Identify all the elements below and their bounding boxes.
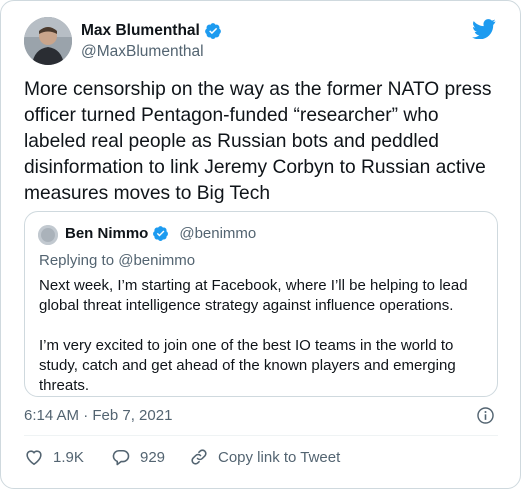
replying-to-prefix: Replying to (39, 252, 115, 269)
quoted-paragraph: I’m very excited to join one of the best… (39, 337, 456, 394)
author-handle[interactable]: @MaxBlumenthal (81, 43, 204, 61)
quoted-author-handle[interactable]: @benimmo (179, 225, 256, 242)
copy-link-label: Copy link to Tweet (218, 448, 341, 466)
reply-bubble-icon (112, 449, 130, 466)
tweet-text: More censorship on the way as the former… (24, 79, 492, 204)
quoted-author[interactable]: Ben Nimmo @benimmo (65, 225, 256, 242)
author-name[interactable]: Max Blumenthal (81, 22, 222, 40)
divider (24, 435, 498, 436)
reply-count: 929 (140, 448, 166, 466)
like-button[interactable]: 1.9K (24, 447, 84, 467)
author-name-text[interactable]: Max Blumenthal (81, 22, 200, 40)
heart-icon (26, 450, 42, 466)
like-count: 1.9K (53, 448, 84, 466)
link-icon (191, 449, 207, 465)
info-icon[interactable] (476, 406, 495, 425)
verified-badge-icon (153, 226, 169, 241)
reply-button[interactable]: 929 (111, 447, 165, 467)
quoted-paragraph: Next week, I’m starting at Facebook, whe… (39, 277, 468, 314)
quoted-author-name[interactable]: Ben Nimmo (65, 225, 148, 242)
twitter-bird-icon[interactable] (472, 19, 496, 39)
replying-to: Replying to @benimmo (39, 252, 195, 269)
copy-link-button[interactable]: Copy link to Tweet (189, 447, 340, 467)
quoted-author-avatar[interactable] (38, 225, 58, 245)
tweet-timestamp[interactable]: 6:14 AM · Feb 7, 2021 (24, 407, 172, 424)
replying-to-handle[interactable]: @benimmo (118, 252, 195, 269)
tweet-card: Max Blumenthal @MaxBlumenthal More censo… (0, 0, 521, 489)
author-avatar[interactable] (24, 17, 72, 65)
quoted-tweet-body: Next week, I’m starting at Facebook, whe… (39, 276, 491, 396)
verified-badge-icon (204, 23, 221, 39)
quoted-tweet[interactable]: Ben Nimmo @benimmo Replying to @benimmo … (24, 211, 498, 397)
